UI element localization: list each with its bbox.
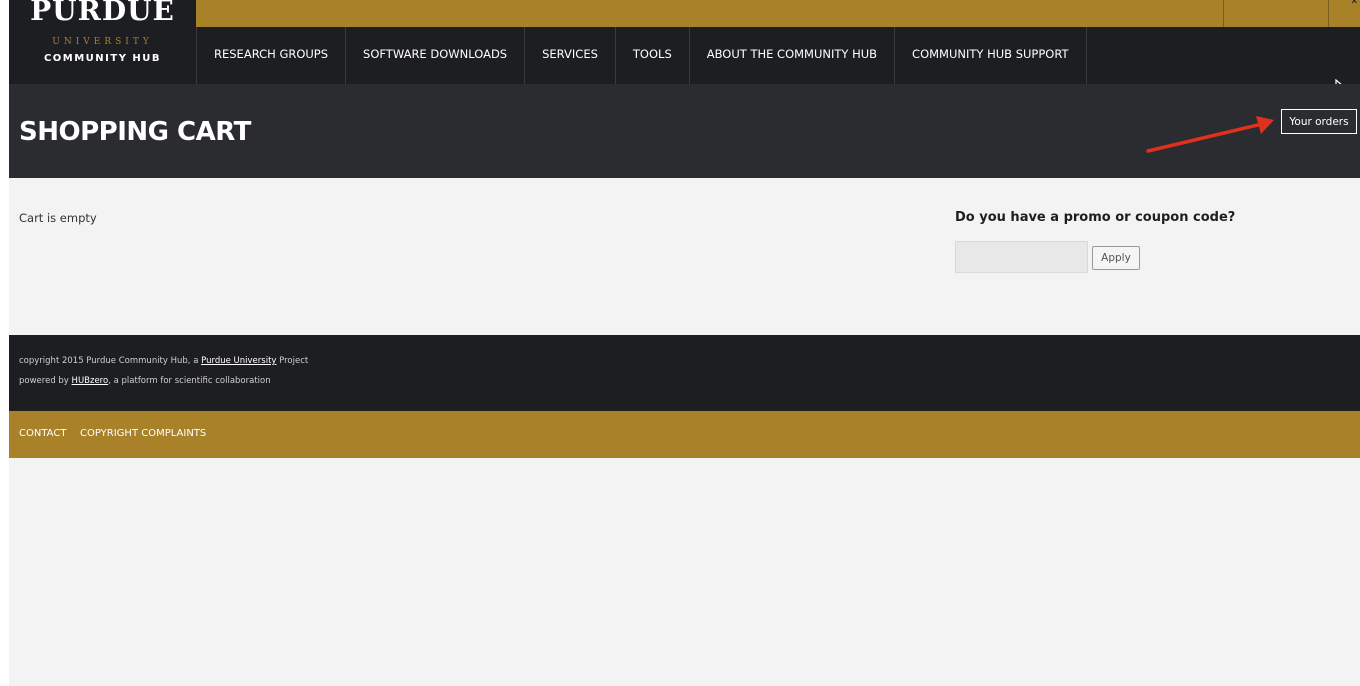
purdue-university-link[interactable]: Purdue University (201, 356, 276, 366)
page-title: SHOPPING CART (19, 117, 251, 147)
nav-menu: RESEARCH GROUPS SOFTWARE DOWNLOADS SERVI… (196, 27, 1087, 84)
nav-item-software-downloads[interactable]: SOFTWARE DOWNLOADS (346, 27, 526, 84)
purdue-logo[interactable]: PURDUE UNIVERSITY COMMUNITY HUB (9, 0, 196, 84)
logo-hub-name: COMMUNITY HUB (43, 53, 162, 64)
nav-item-tools[interactable]: TOOLS (616, 27, 690, 84)
apply-button[interactable]: Apply (1092, 246, 1140, 270)
nav-item-support[interactable]: COMMUNITY HUB SUPPORT (895, 27, 1087, 84)
cart-content: Cart is empty Do you have a promo or cou… (9, 178, 1360, 335)
copyright-complaints-link[interactable]: COPYRIGHT COMPLAINTS (80, 428, 206, 439)
hubzero-link[interactable]: HUBzero (72, 376, 109, 386)
close-icon[interactable]: ✕ (1350, 0, 1358, 7)
divider (1328, 0, 1329, 27)
top-utility-strip: ✕ (196, 0, 1360, 27)
powered-by-line: powered by HUBzero, a platform for scien… (19, 376, 271, 386)
copyright-line: copyright 2015 Purdue Community Hub, a P… (19, 356, 309, 366)
divider (1223, 0, 1224, 27)
cart-status: Cart is empty (19, 211, 97, 225)
logo-wordmark: PURDUE (30, 0, 175, 27)
promo-heading: Do you have a promo or coupon code? (955, 210, 1236, 225)
red-arrow-icon (1146, 116, 1274, 153)
your-orders-button[interactable]: Your orders (1281, 109, 1357, 134)
main-navigation: RESEARCH GROUPS SOFTWARE DOWNLOADS SERVI… (9, 27, 1360, 96)
logo-subtitle: UNIVERSITY (52, 37, 153, 47)
page-frame: ✕ RESEARCH GROUPS SOFTWARE DOWNLOADS SER… (9, 0, 1360, 686)
footer: copyright 2015 Purdue Community Hub, a P… (9, 335, 1360, 411)
promo-code-input[interactable] (955, 241, 1088, 273)
footer-links-bar: CONTACT COPYRIGHT COMPLAINTS (9, 411, 1360, 458)
nav-item-services[interactable]: SERVICES (525, 27, 616, 84)
nav-item-research-groups[interactable]: RESEARCH GROUPS (196, 27, 347, 84)
contact-link[interactable]: CONTACT (19, 428, 66, 439)
nav-item-about[interactable]: ABOUT THE COMMUNITY HUB (690, 27, 896, 84)
